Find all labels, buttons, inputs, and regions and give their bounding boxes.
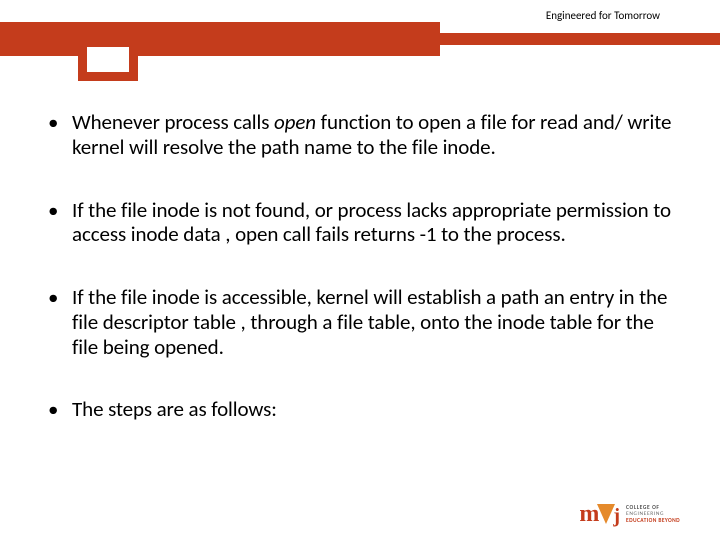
footer-logo: m j COLLEGE OF ENGINEERING EDUCATION BEY… <box>579 498 680 526</box>
logo-mark: m j <box>579 498 620 526</box>
logo-text: COLLEGE OF ENGINEERING EDUCATION BEYOND <box>626 505 680 526</box>
bullet-text: The steps are as follows: <box>72 396 277 422</box>
tagline: Engineered for Tomorrow <box>546 9 660 22</box>
header-notch <box>78 47 138 81</box>
content-area: Whenever process calls open function to … <box>46 110 674 460</box>
bullet-text-pre: Whenever process calls <box>72 109 274 135</box>
bullet-text-ital: open <box>274 109 316 135</box>
bullet-list: Whenever process calls open function to … <box>46 110 674 422</box>
bullet-text: If the file inode is accessible, kernel … <box>72 284 667 360</box>
list-item: If the file inode is accessible, kernel … <box>46 285 674 359</box>
logo-letter-j: j <box>613 506 620 526</box>
list-item: If the file inode is not found, or proce… <box>46 198 674 248</box>
slide: Engineered for Tomorrow Whenever process… <box>0 0 720 540</box>
logo-letter-m: m <box>579 502 599 526</box>
logo-line3: EDUCATION BEYOND <box>626 518 680 524</box>
bullet-text: If the file inode is not found, or proce… <box>72 197 671 248</box>
list-item: The steps are as follows: <box>46 397 674 422</box>
list-item: Whenever process calls open function to … <box>46 110 674 160</box>
header-bar-block <box>0 22 440 56</box>
